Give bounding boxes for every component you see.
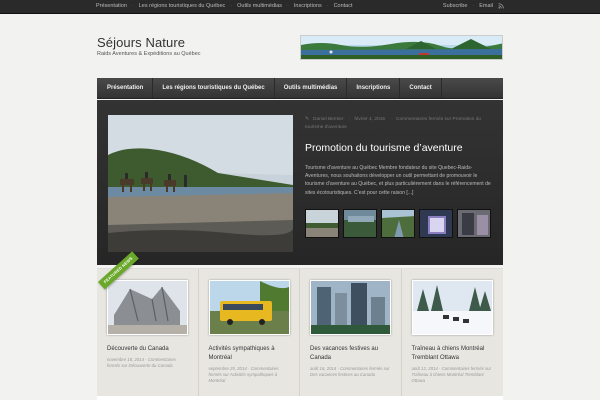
card-image[interactable]	[310, 280, 391, 335]
card-date: novembre 18, 2014	[107, 357, 145, 362]
card-image[interactable]	[107, 280, 188, 335]
topnav-item-multimedia[interactable]: Outils multimédias	[237, 3, 282, 9]
top-nav: Présentation · Les régions touristiques …	[96, 3, 358, 9]
topnav-separator: ·	[287, 3, 289, 9]
thumbnail-3[interactable]	[381, 209, 415, 238]
topnav-item-regions[interactable]: Les régions touristiques du Québec	[139, 3, 226, 9]
nav-item-inscriptions[interactable]: Inscriptions	[347, 78, 401, 98]
subscribe-links: Subscribe · Email	[438, 3, 504, 9]
pencil-icon: ✎	[305, 117, 310, 122]
site-title[interactable]: Séjours Nature	[97, 35, 185, 50]
nav-item-regions[interactable]: Les régions touristiques du Québec	[153, 78, 275, 98]
card-meta: août 12, 2014 · Commentaires fermés sur …	[411, 366, 492, 383]
topnav-item-presentation[interactable]: Présentation	[96, 3, 127, 9]
news-card: Des vacances festives au Canada août 16,…	[300, 269, 402, 400]
card-date: septembre 25, 2014	[208, 366, 247, 371]
subscribe-link[interactable]: Subscribe	[443, 3, 467, 9]
card-date: août 12, 2014	[411, 366, 438, 371]
news-card: Activités sympathiques à Montréal septem…	[199, 269, 300, 400]
card-title[interactable]: Activités sympathiques à Montréal	[209, 345, 290, 363]
card-image[interactable]	[411, 280, 493, 335]
nav-item-contact[interactable]: Contact	[400, 78, 442, 98]
card-meta: août 16, 2014 · Commentaires fermés sur …	[310, 366, 390, 377]
nav-item-multimedia[interactable]: Outils multimédias	[275, 78, 348, 98]
nav-item-presentation[interactable]: Présentation	[97, 78, 154, 98]
separator: ·	[390, 117, 393, 122]
thumbnail-4[interactable]	[419, 209, 453, 238]
featured-thumbnails	[305, 209, 495, 238]
topnav-item-contact[interactable]: Contact	[334, 3, 353, 9]
news-card: Traîneau à chiens Montréal Tremblant Ott…	[402, 269, 504, 400]
header-banner-image	[300, 35, 503, 60]
site-tagline: Raids Aventures & Expéditions au Québec	[97, 51, 201, 57]
email-link[interactable]: Email	[479, 3, 493, 9]
featured-date: février 4, 2015	[354, 117, 386, 122]
thumbnail-2[interactable]	[343, 209, 377, 238]
featured-slider: ✎ Daniel Bernier · février 4, 2015 · Commen…	[97, 100, 503, 265]
thumbnail-1[interactable]	[305, 209, 339, 238]
news-card: Découverte du Canada novembre 18, 2014 ·…	[97, 269, 199, 400]
featured-author[interactable]: Daniel Bernier	[313, 117, 343, 122]
featured-excerpt: Tourisme d’aventure au Québec Membre fon…	[305, 165, 491, 196]
topnav-separator: ·	[131, 3, 134, 9]
separator: ·	[348, 117, 351, 122]
separator: ·	[472, 3, 475, 9]
topnav-separator: ·	[326, 3, 329, 9]
featured-meta: ✎ Daniel Bernier · février 4, 2015 · Commen…	[305, 116, 495, 132]
main-nav: Présentation Les régions touristiques du…	[97, 78, 503, 99]
topnav-separator: ·	[230, 3, 233, 9]
topnav-item-inscriptions[interactable]: Inscriptions	[294, 3, 322, 9]
thumbnail-5[interactable]	[457, 209, 491, 238]
card-title[interactable]: Découverte du Canada	[107, 345, 188, 354]
card-meta: novembre 18, 2014 · Commentaires fermés …	[107, 357, 176, 368]
rss-icon[interactable]	[498, 3, 504, 9]
featured-title[interactable]: Promotion du tourisme d’aventure	[305, 142, 463, 154]
card-date: août 16, 2014	[310, 366, 337, 371]
card-title[interactable]: Des vacances festives au Canada	[310, 345, 391, 363]
top-bar: Présentation · Les régions touristiques …	[0, 0, 600, 14]
featured-news-cards: Découverte du Canada novembre 18, 2014 ·…	[97, 268, 503, 400]
card-meta: septembre 25, 2014 · Commentaires fermés…	[208, 366, 279, 383]
card-title[interactable]: Traîneau à chiens Montréal Tremblant Ott…	[412, 345, 494, 363]
content-bottom	[97, 396, 503, 400]
card-image[interactable]	[208, 280, 290, 335]
featured-image[interactable]	[108, 115, 293, 252]
